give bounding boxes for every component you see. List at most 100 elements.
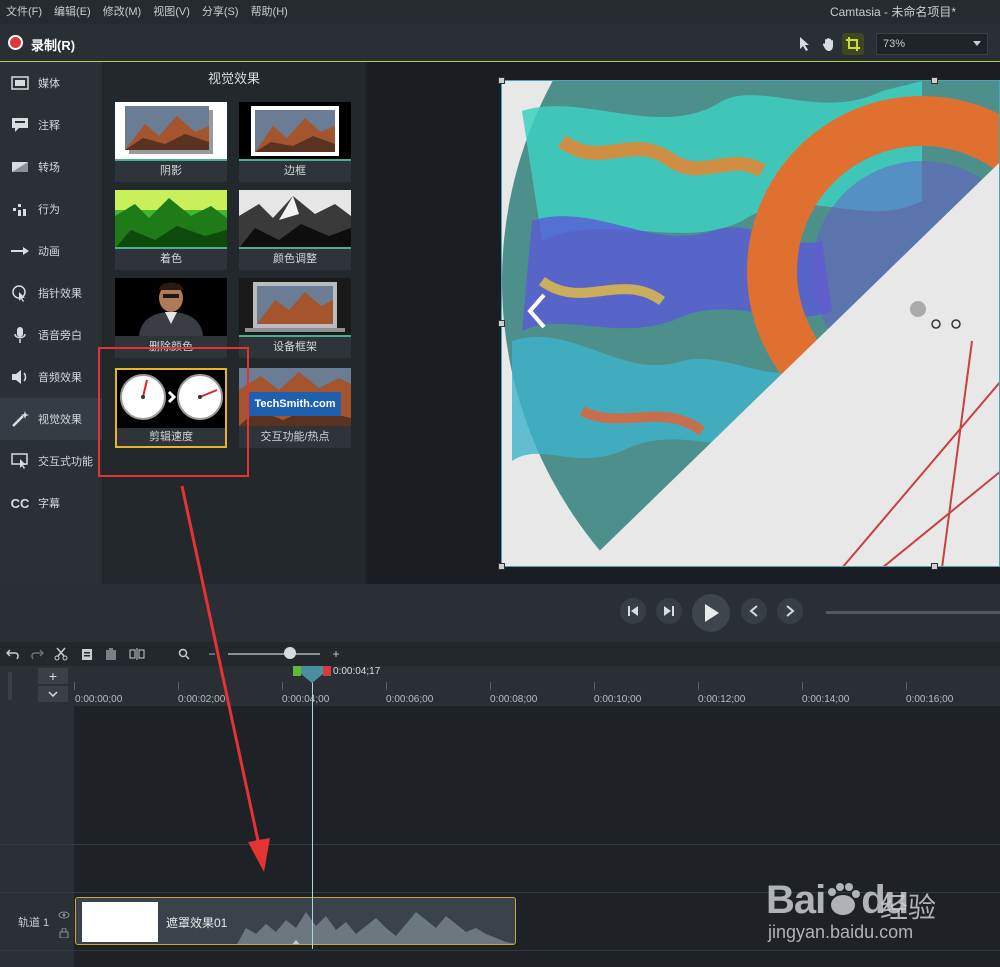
effect-label: 颜色调整 [273, 253, 317, 265]
panel-title: 视觉效果 [207, 71, 260, 86]
watermark-url: jingyan.baidu.com [768, 922, 914, 942]
collapse-tracks-button[interactable] [38, 686, 68, 702]
sidebar-item-label: 媒体 [38, 78, 60, 90]
paste-icon[interactable] [102, 645, 120, 663]
record-button[interactable]: 录制(R) [31, 35, 75, 54]
pan-tool-icon[interactable] [818, 33, 840, 55]
clip-thumbnail [82, 902, 158, 942]
preview-canvas[interactable] [501, 80, 1000, 567]
sidebar-item-behaviors[interactable]: 行为 [0, 188, 102, 230]
resize-handle[interactable] [498, 77, 505, 84]
undo-icon[interactable] [4, 645, 22, 663]
effect-tile-shadow[interactable]: 阴影 [115, 102, 227, 182]
track-label: 轨道 1 [18, 917, 50, 929]
menu-file[interactable]: 文件(F) [0, 0, 48, 24]
sidebar-item-interactivity[interactable]: 交互式功能 [0, 440, 102, 482]
sidebar-item-label: 注释 [38, 120, 60, 132]
sidebar-item-label: 转场 [38, 162, 60, 174]
sidebar-item-label: 行为 [38, 204, 60, 216]
annotation-highlight-box [98, 347, 249, 477]
effect-tile-remove-color[interactable]: 删除颜色 [115, 278, 227, 358]
sidebar-item-animations[interactable]: 动画 [0, 230, 102, 272]
ruler-label: 0:00:04;00 [282, 694, 330, 705]
sidebar-item-transitions[interactable]: 转场 [0, 146, 102, 188]
watermark-text: 经验 [880, 892, 937, 923]
resize-handle[interactable] [498, 320, 505, 327]
effect-label: 设备框架 [273, 341, 317, 353]
resize-handle[interactable] [931, 77, 938, 84]
sidebar-item-visual-effects[interactable]: 视觉效果 [0, 398, 102, 440]
clip-marker-icon[interactable] [290, 936, 302, 944]
effect-tile-color-adjust[interactable]: 颜色调整 [239, 190, 351, 270]
resize-handle[interactable] [931, 563, 938, 570]
sidebar-item-label: 语音旁白 [38, 330, 82, 342]
sidebar-item-voice-narration[interactable]: 语音旁白 [0, 314, 102, 356]
media-icon [9, 72, 31, 94]
effect-thumbnail [115, 190, 227, 248]
ruler-label: 0:00:14;00 [802, 694, 850, 705]
playback-controls [0, 584, 1000, 642]
playhead-handle[interactable] [293, 666, 333, 684]
effect-thumbnail [239, 190, 351, 248]
sidebar-item-media[interactable]: 媒体 [0, 62, 102, 104]
copy-icon[interactable] [78, 645, 96, 663]
effect-tile-device-frame[interactable]: 设备框架 [239, 278, 351, 358]
effect-thumbnail [239, 102, 351, 160]
next-marker-icon[interactable] [777, 598, 803, 624]
clip-label: 遮罩效果01 [166, 916, 228, 930]
playhead-line [312, 677, 313, 949]
effect-thumbnail: TechSmith.com [239, 368, 351, 426]
magic-wand-icon [9, 408, 31, 430]
cut-icon[interactable] [52, 645, 70, 663]
menu-help[interactable]: 帮助(H) [245, 0, 294, 24]
sidebar-item-captions[interactable]: CC 字幕 [0, 482, 102, 524]
effect-tile-colorize[interactable]: 着色 [115, 190, 227, 270]
step-forward-icon[interactable] [656, 598, 682, 624]
menu-share[interactable]: 分享(S) [196, 0, 245, 24]
effect-label: 阴影 [160, 165, 182, 177]
previous-marker-icon[interactable] [741, 598, 767, 624]
microphone-icon [9, 324, 31, 346]
menu-edit[interactable]: 编辑(E) [48, 0, 97, 24]
sidebar-item-label: 音频效果 [38, 372, 82, 384]
resize-handle[interactable] [498, 563, 505, 570]
crop-tool-icon[interactable] [842, 33, 864, 55]
window-title: Camtasia - 未命名项目* [829, 5, 956, 19]
cursor-effect-icon [9, 282, 31, 304]
step-back-icon[interactable] [620, 598, 646, 624]
transition-icon [9, 156, 31, 178]
menu-view[interactable]: 视图(V) [147, 0, 196, 24]
sidebar-item-label: 指针效果 [38, 288, 82, 300]
sidebar-item-label: 字幕 [38, 498, 60, 510]
annotation-arrow [180, 485, 270, 872]
zoom-dropdown[interactable]: 73% [876, 33, 988, 55]
zoom-in-icon[interactable]: + [327, 645, 345, 663]
zoom-slider-handle[interactable] [284, 647, 296, 659]
play-button[interactable] [692, 594, 730, 632]
lock-icon[interactable] [59, 927, 69, 941]
eye-icon[interactable] [58, 908, 70, 922]
sidebar-item-cursor-effects[interactable]: 指针效果 [0, 272, 102, 314]
sidebar-item-audio-effects[interactable]: 音频效果 [0, 356, 102, 398]
menu-bar: 文件(F) 编辑(E) 修改(M) 视图(V) 分享(S) 帮助(H) Camtasia … [0, 0, 1000, 24]
sidebar-item-label: 交互式功能 [38, 456, 93, 468]
ruler-label: 0:00:06;00 [386, 694, 434, 705]
redo-icon[interactable] [28, 645, 46, 663]
cc-icon: CC [10, 495, 30, 511]
add-track-icon[interactable]: + [38, 668, 68, 684]
media-clip[interactable]: 遮罩效果01 [75, 897, 516, 945]
playback-scrubber[interactable] [826, 611, 1000, 614]
effect-tile-hotspot[interactable]: TechSmith.com 交互功能/热点 [239, 368, 351, 448]
effect-tile-border[interactable]: 边框 [239, 102, 351, 182]
track-controls-header: + [0, 666, 74, 706]
record-icon[interactable] [8, 35, 23, 50]
sidebar-item-annotations[interactable]: 注释 [0, 104, 102, 146]
menu-modify[interactable]: 修改(M) [97, 0, 148, 24]
track-height-slider[interactable] [8, 672, 12, 700]
effect-thumbnail [115, 278, 227, 336]
sidebar-item-label: 动画 [38, 246, 60, 258]
split-icon[interactable] [128, 645, 146, 663]
hotspot-text: TechSmith.com [254, 398, 336, 410]
ruler-label: 0:00:12;00 [698, 694, 746, 705]
select-tool-icon[interactable] [794, 33, 816, 55]
